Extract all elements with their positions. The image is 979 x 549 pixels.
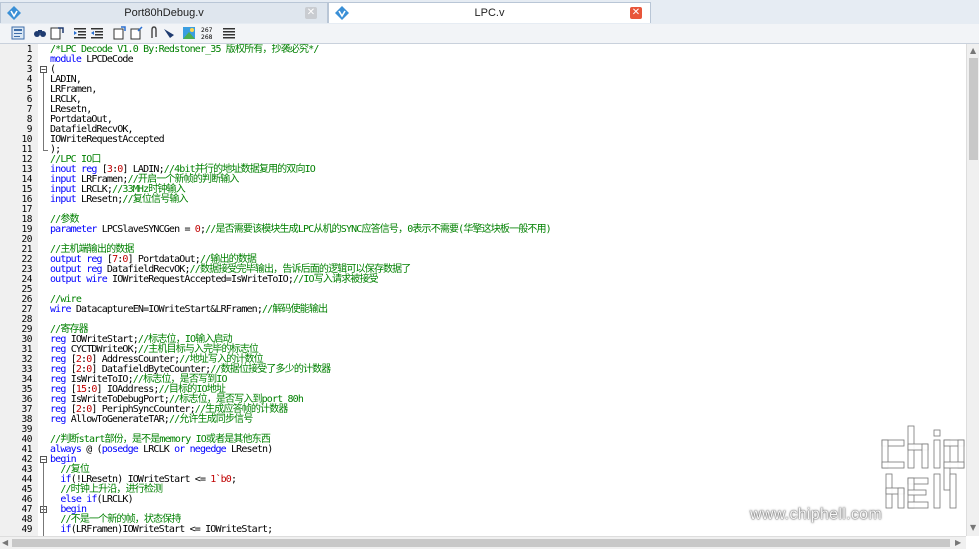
code-line[interactable]: ( xyxy=(50,65,960,75)
code-line[interactable] xyxy=(50,205,960,215)
code-line[interactable]: LRFramen, xyxy=(50,85,960,95)
bookmark-icon[interactable] xyxy=(11,26,25,40)
outdent-icon[interactable] xyxy=(90,26,104,40)
code-token: if xyxy=(50,524,71,535)
code-line[interactable]: begin xyxy=(50,455,960,465)
fold-end-marker xyxy=(43,150,48,151)
code-line[interactable]: always @ (posedge LRCLK or negedge LRese… xyxy=(50,445,960,455)
code-line[interactable] xyxy=(50,285,960,295)
close-icon[interactable]: ✕ xyxy=(630,7,642,19)
tab-title: LPC.v xyxy=(474,7,505,19)
svg-text:268: 268 xyxy=(201,34,213,40)
code-editor[interactable]: /*LPC Decode V1.0 By:Redstoner_35 版权所有，抄… xyxy=(0,44,966,536)
code-token: parameter xyxy=(50,224,102,235)
scroll-left-icon[interactable]: ◀ xyxy=(2,539,8,547)
close-icon[interactable]: ✕ xyxy=(305,7,317,19)
code-token: input xyxy=(50,194,82,205)
line-number: 49 xyxy=(21,524,33,535)
code-token: //数据位接受了多少的计数器 xyxy=(210,364,331,375)
code-token: IOWriteRequestAccepted=IsWriteToIO; xyxy=(112,274,294,285)
code-line[interactable]: input LResetn;//复位信号输入 xyxy=(50,195,960,205)
code-area[interactable]: /*LPC Decode V1.0 By:Redstoner_35 版权所有，抄… xyxy=(50,45,960,535)
code-line[interactable]: if(!LResetn) IOWriteStart <= 1`b0; xyxy=(50,475,960,485)
code-line[interactable]: else if(LRCLK) xyxy=(50,495,960,505)
horizontal-scrollbar[interactable]: ◀ ▶ xyxy=(0,536,966,549)
code-line[interactable]: DatafieldRecvOK, xyxy=(50,125,960,135)
fold-guide xyxy=(43,73,44,150)
code-token: LPCSlaveSYNCGen = xyxy=(101,224,195,235)
code-line[interactable]: IOWriteRequestAccepted xyxy=(50,135,960,145)
code-token: @ ( xyxy=(86,444,102,455)
code-token: (LRCLK) xyxy=(96,494,134,505)
code-token: DatacaptureEN=IOWriteStart&LRFramen; xyxy=(75,304,263,315)
vertical-scroll-thumb[interactable] xyxy=(969,58,978,160)
tab-lpc[interactable]: LPC.v ✕ xyxy=(328,2,651,23)
code-line[interactable] xyxy=(50,235,960,245)
code-line[interactable]: LADIN, xyxy=(50,75,960,85)
code-line[interactable]: parameter LPCSlaveSYNCGen = 0;//是否需要该模块生… xyxy=(50,225,960,235)
attach-icon[interactable] xyxy=(147,26,161,40)
code-token: LPCDeCode xyxy=(86,54,133,65)
code-line[interactable]: output wire IOWriteRequestAccepted=IsWri… xyxy=(50,275,960,285)
marker-icon[interactable] xyxy=(162,26,176,40)
tab-title: Port80hDebug.v xyxy=(124,7,204,19)
find-next-icon[interactable] xyxy=(50,26,64,40)
code-token: //允许生成同步信号 xyxy=(168,414,253,425)
code-token: posedge xyxy=(101,444,144,455)
fold-toggle-icon[interactable]: − xyxy=(40,456,47,464)
code-token: //解码使能输出 xyxy=(262,304,328,315)
code-token: LRCLK xyxy=(143,444,175,455)
scroll-up-icon[interactable]: ▲ xyxy=(970,47,976,55)
browser-icon[interactable] xyxy=(182,26,196,40)
code-token: AllowToGenerateTAR; xyxy=(70,414,170,425)
code-line[interactable]: reg AllowToGenerateTAR;//允许生成同步信号 xyxy=(50,415,960,425)
code-token: LResetn) xyxy=(231,444,273,455)
vertical-scrollbar[interactable]: ▲ ▼ xyxy=(966,44,979,536)
code-token: wire xyxy=(50,304,76,315)
list-icon[interactable] xyxy=(222,26,236,40)
code-line[interactable]: PortdataOut, xyxy=(50,115,960,125)
code-token: LResetn; xyxy=(81,194,123,205)
find-icon[interactable] xyxy=(33,26,47,40)
code-line[interactable]: LRCLK, xyxy=(50,95,960,105)
code-line[interactable] xyxy=(50,315,960,325)
code-token: module xyxy=(50,54,87,65)
code-line[interactable]: wire DatacaptureEN=IOWriteStart&LRFramen… xyxy=(50,305,960,315)
code-line[interactable]: LResetn, xyxy=(50,105,960,115)
save-file-icon[interactable] xyxy=(129,26,143,40)
fold-toggle-icon[interactable]: − xyxy=(40,66,47,74)
code-token: (LRFramen)IOWriteStart <= IOWriteStart; xyxy=(70,524,274,535)
code-token: 1`b0 xyxy=(210,474,232,485)
fold-guide xyxy=(43,513,44,536)
open-file-icon[interactable] xyxy=(112,26,126,40)
code-line[interactable]: ); xyxy=(50,145,960,155)
code-line[interactable]: if(LRFramen)IOWriteStart <= IOWriteStart… xyxy=(50,525,960,535)
scroll-down-icon[interactable]: ▼ xyxy=(970,524,976,532)
code-line[interactable]: begin xyxy=(50,505,960,515)
code-token: ; xyxy=(230,474,237,485)
code-line[interactable]: input LRFramen;//开启一个新帧的判断输入 xyxy=(50,175,960,185)
code-token: //IO写入请求被接受 xyxy=(293,274,379,285)
code-token: or negedge xyxy=(174,444,232,455)
code-token: //复位信号输入 xyxy=(122,194,188,205)
indent-icon[interactable] xyxy=(73,26,87,40)
code-line[interactable]: /*LPC Decode V1.0 By:Redstoner_35 版权所有，抄… xyxy=(50,45,960,55)
code-token: reg xyxy=(50,414,71,425)
horizontal-scroll-thumb[interactable] xyxy=(12,539,950,547)
code-token: output wire xyxy=(50,274,113,285)
code-token: //是否需要该模块生成LPC从机的SYNC应答信号，0表示不需要(华擎这块板一般… xyxy=(205,224,552,235)
svg-text:267: 267 xyxy=(201,27,213,34)
tab-bar: Port80hDebug.v ✕ LPC.v ✕ xyxy=(0,0,979,25)
tab-port80hdebug[interactable]: Port80hDebug.v ✕ xyxy=(0,2,328,23)
toolbar: 267 268 xyxy=(0,24,979,44)
code-line[interactable]: //时钟上升沿，进行检测 xyxy=(50,485,960,495)
line-number-icon[interactable]: 267 268 xyxy=(201,26,219,40)
code-line[interactable]: module LPCDeCode xyxy=(50,55,960,65)
code-token: IOWriteRequestAccepted xyxy=(50,134,165,145)
scroll-right-icon[interactable]: ▶ xyxy=(955,539,961,547)
